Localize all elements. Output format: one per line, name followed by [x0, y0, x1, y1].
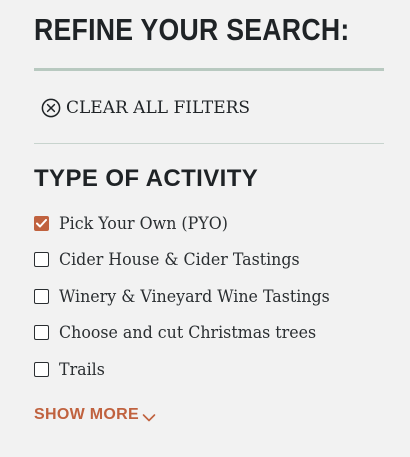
- show-more-label: SHOW MORE: [34, 406, 139, 423]
- activity-options-list: Pick Your Own (PYO) Cider House & Cider …: [34, 205, 341, 388]
- clear-all-filters-button[interactable]: CLEAR ALL FILTERS: [41, 95, 250, 121]
- activity-option-pyo[interactable]: Pick Your Own (PYO): [34, 205, 341, 242]
- activity-option-label: Cider House & Cider Tastings: [59, 250, 300, 270]
- activity-option-label: Winery & Vineyard Wine Tastings: [59, 286, 330, 306]
- checkbox[interactable]: [34, 325, 49, 341]
- clear-all-filters-label: CLEAR ALL FILTERS: [66, 98, 251, 118]
- activity-option-label: Trails: [59, 359, 105, 379]
- close-circle-icon: [41, 98, 61, 118]
- type-of-activity-heading: TYPE OF ACTIVITY: [34, 165, 259, 192]
- activity-option-label: Pick Your Own (PYO): [59, 213, 228, 233]
- checkbox[interactable]: [34, 288, 49, 304]
- activity-option-trails[interactable]: Trails: [34, 351, 341, 388]
- checkbox[interactable]: [34, 252, 49, 268]
- activity-option-label: Choose and cut Christmas trees: [59, 323, 317, 343]
- section-divider: [34, 143, 384, 144]
- show-more-button[interactable]: SHOW MORE: [34, 406, 156, 424]
- chevron-down-icon: [142, 410, 156, 422]
- checkbox[interactable]: [34, 361, 49, 377]
- activity-option-christmas-trees[interactable]: Choose and cut Christmas trees: [34, 315, 341, 352]
- activity-option-winery[interactable]: Winery & Vineyard Wine Tastings: [34, 278, 341, 315]
- refine-search-heading: REFINE YOUR SEARCH:: [34, 12, 350, 47]
- activity-option-cider-house[interactable]: Cider House & Cider Tastings: [34, 242, 341, 279]
- checkbox[interactable]: [34, 215, 49, 231]
- heading-divider: [34, 68, 384, 71]
